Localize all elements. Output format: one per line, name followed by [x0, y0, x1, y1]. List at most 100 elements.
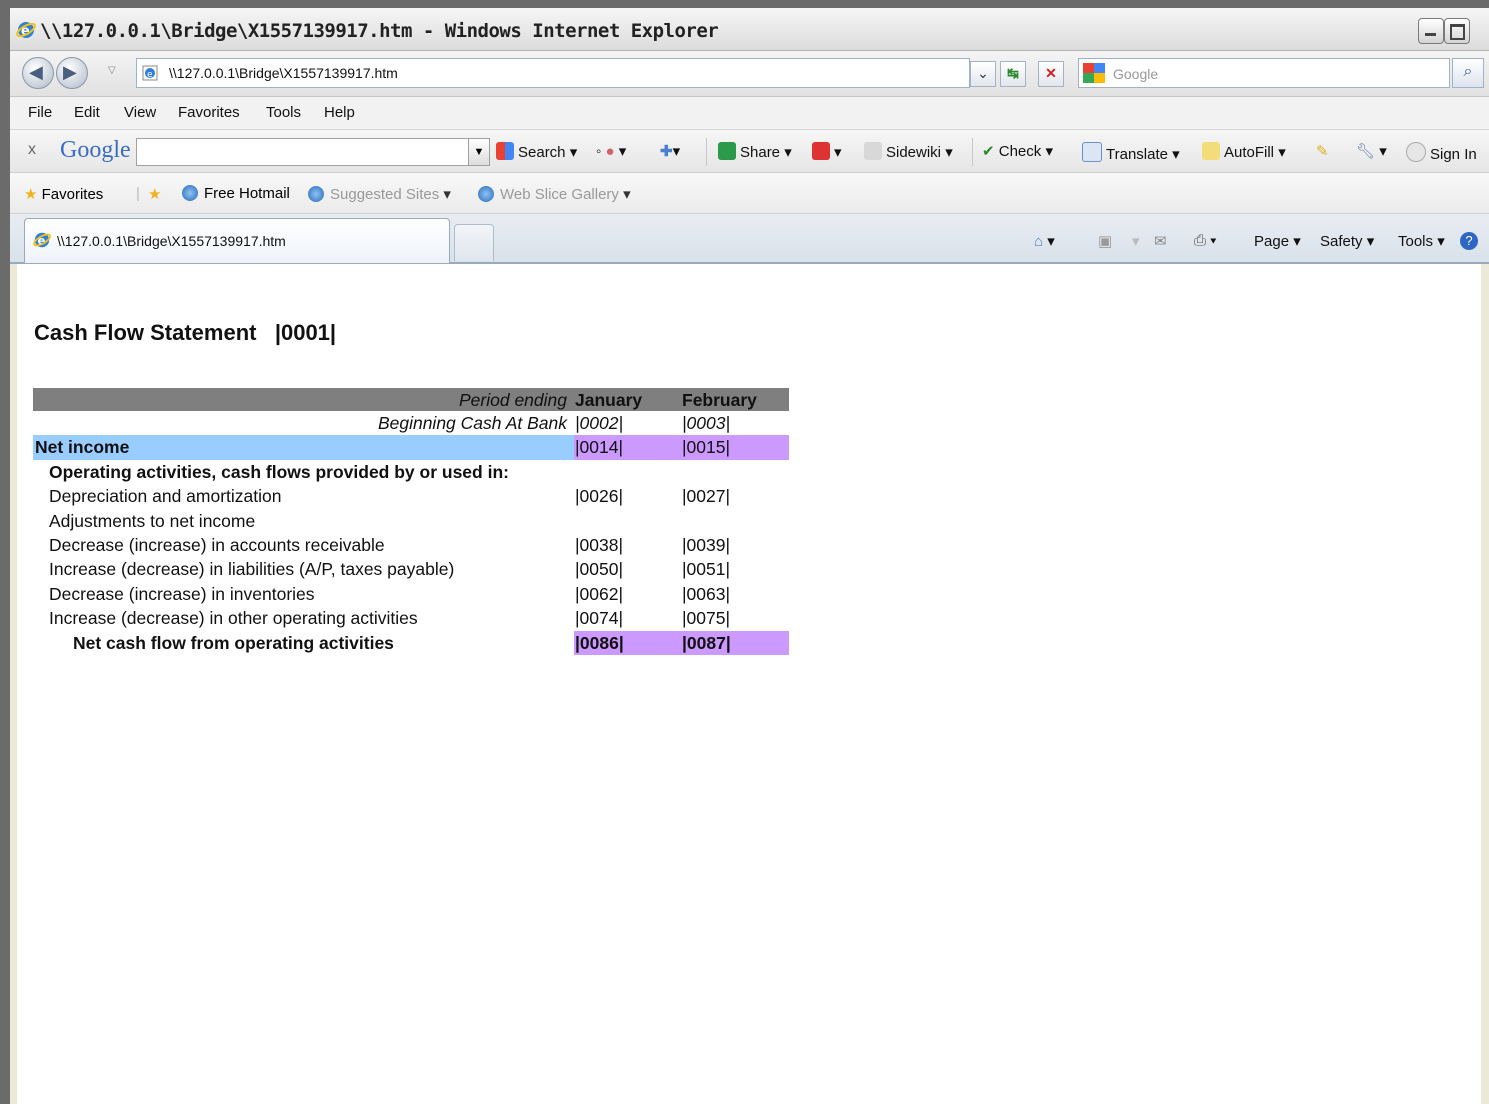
- printer-icon: ⎙: [1194, 232, 1207, 249]
- highlighter-button[interactable]: ✎: [1316, 142, 1329, 160]
- minimize-button[interactable]: [1418, 18, 1444, 44]
- print-button[interactable]: ⎙ ▾: [1194, 232, 1216, 249]
- feeds-button[interactable]: ▣: [1098, 232, 1112, 250]
- add-favorite-icon: ★: [148, 186, 162, 203]
- spellcheck-button[interactable]: ✔ Check ▾: [982, 142, 1053, 160]
- translate-label: Translate: [1106, 146, 1168, 163]
- translate-button[interactable]: Translate ▾: [1082, 142, 1180, 163]
- new-tab-button[interactable]: [454, 224, 494, 261]
- suggested-sites-link[interactable]: Suggested Sites ▾: [308, 185, 451, 203]
- search-button[interactable]: ⌕: [1452, 58, 1484, 88]
- bookmark-star-button[interactable]: ◦ ● ▾: [596, 142, 626, 160]
- ie-icon: e: [33, 232, 51, 248]
- page-menu-label: Page: [1254, 233, 1290, 250]
- back-button[interactable]: ◀: [22, 57, 54, 89]
- google-toolbar: x Google ▼ Search ▾ ◦ ● ▾ ✚▾ Share ▾ ▾ S…: [10, 130, 1489, 173]
- page-title: Cash Flow Statement |0001|: [34, 320, 337, 345]
- web-slice-gallery-link[interactable]: Web Slice Gallery ▾: [478, 185, 631, 203]
- row-jan: |0038|: [575, 534, 624, 555]
- menu-view[interactable]: View: [124, 104, 156, 121]
- address-dropdown-button[interactable]: ⌄: [970, 61, 996, 87]
- share-button[interactable]: Share ▾: [718, 142, 792, 161]
- tools-menu[interactable]: Tools ▾: [1398, 232, 1445, 250]
- search-field[interactable]: Google: [1078, 58, 1450, 88]
- beginning-cash-feb: |0003|: [682, 413, 731, 433]
- sidewiki-button[interactable]: Sidewiki ▾: [864, 142, 953, 161]
- refresh-button[interactable]: ↹: [1000, 61, 1026, 87]
- autofill-label: AutoFill: [1224, 144, 1275, 161]
- tools-menu-label: Tools: [1398, 233, 1434, 250]
- stop-button[interactable]: ✕: [1038, 61, 1064, 87]
- popup-blocker-button[interactable]: ▾: [812, 142, 842, 161]
- popup-blocker-icon: [812, 142, 830, 160]
- plus-button[interactable]: ✚▾: [660, 142, 680, 160]
- net-cash-operating-row: Net cash flow from operating activities …: [33, 630, 789, 655]
- google-logo: Google: [60, 137, 131, 163]
- menu-file[interactable]: File: [28, 104, 52, 121]
- chat-icon: ●: [605, 143, 615, 160]
- sign-in-label: Sign In: [1430, 146, 1477, 163]
- maximize-icon: [1450, 24, 1465, 40]
- row-label: Increase (decrease) in liabilities (A/P,…: [49, 559, 455, 580]
- close-toolbar-button[interactable]: x: [28, 141, 36, 159]
- magnifier-icon: ⌕: [1463, 63, 1473, 80]
- sign-in-icon: [1406, 142, 1426, 162]
- tab-current[interactable]: e \\127.0.0.1\Bridge\X1557139917.htm: [24, 218, 450, 263]
- plus-icon: ✚: [660, 143, 673, 160]
- page-menu[interactable]: Page ▾: [1254, 232, 1301, 250]
- google-search-label: Search: [518, 144, 566, 161]
- star-icon: ★: [24, 186, 38, 203]
- google-search-input[interactable]: [136, 138, 470, 166]
- sign-in-button[interactable]: Sign In: [1406, 142, 1477, 163]
- back-arrow-icon: ◀: [29, 62, 43, 82]
- row-feb: |0027|: [682, 486, 731, 507]
- menu-favorites[interactable]: Favorites: [178, 104, 240, 121]
- title-bar: e \\127.0.0.1\Bridge\X1557139917.htm - W…: [10, 8, 1489, 51]
- add-favorite-button[interactable]: ★: [148, 185, 161, 203]
- spellcheck-icon: ✔: [982, 143, 995, 160]
- autofill-icon: [1202, 142, 1220, 160]
- net-cash-operating-jan: |0086|: [575, 632, 624, 653]
- maximize-button[interactable]: [1444, 18, 1470, 44]
- translate-icon: [1082, 142, 1102, 162]
- autofill-button[interactable]: AutoFill ▾: [1202, 142, 1286, 161]
- net-cash-operating-label: Net cash flow from operating activities: [73, 632, 394, 653]
- address-field[interactable]: e \\127.0.0.1\Bridge\X1557139917.htm: [136, 58, 970, 88]
- ie-icon: e: [16, 22, 36, 39]
- favorites-bar: ★ Favorites | ★ Free Hotmail Suggested S…: [10, 173, 1489, 214]
- table-row: Decrease (increase) in inventories |0062…: [33, 582, 789, 606]
- row-jan: |0026|: [575, 486, 624, 507]
- page-icon: e: [142, 65, 158, 86]
- free-hotmail-link[interactable]: Free Hotmail: [182, 185, 290, 202]
- highlighter-icon: ✎: [1316, 143, 1329, 160]
- help-button[interactable]: ?: [1460, 232, 1478, 250]
- tab-row: e \\127.0.0.1\Bridge\X1557139917.htm ⌂ ▾…: [10, 214, 1489, 264]
- wrench-icon: 🔧︎: [1356, 143, 1376, 160]
- address-bar-row: ◀ ▶ ▽ e \\127.0.0.1\Bridge\X1557139917.h…: [10, 51, 1489, 97]
- tab-label: \\127.0.0.1\Bridge\X1557139917.htm: [57, 233, 286, 249]
- settings-button[interactable]: 🔧︎ ▾: [1356, 142, 1387, 160]
- forward-button[interactable]: ▶: [56, 57, 88, 89]
- beginning-cash-label: Beginning Cash At Bank: [377, 413, 567, 433]
- row-jan: |0074|: [575, 608, 624, 629]
- safety-menu[interactable]: Safety ▾: [1320, 232, 1374, 250]
- menu-edit[interactable]: Edit: [74, 104, 100, 121]
- home-button[interactable]: ⌂ ▾: [1034, 232, 1055, 250]
- recent-pages-dropdown[interactable]: ▽: [108, 65, 116, 76]
- row-label: Depreciation and amortization: [49, 486, 282, 507]
- favorites-button[interactable]: ★ Favorites: [24, 185, 103, 203]
- table-row: Increase (decrease) in liabilities (A/P,…: [33, 557, 789, 581]
- menu-tools[interactable]: Tools: [266, 104, 301, 121]
- share-label: Share: [740, 144, 781, 161]
- row-label: Increase (decrease) in other operating a…: [49, 608, 418, 629]
- suggested-sites-label: Suggested Sites: [330, 186, 440, 203]
- google-search-button[interactable]: Search ▾: [496, 142, 577, 161]
- table-row: Increase (decrease) in other operating a…: [33, 606, 789, 630]
- minimize-icon: [1425, 33, 1436, 36]
- favorites-label: Favorites: [41, 186, 104, 203]
- read-mail-button[interactable]: ✉: [1154, 232, 1167, 250]
- net-income-feb: |0015|: [682, 437, 731, 458]
- beginning-cash-row: Beginning Cash At Bank |0002| |0003|: [33, 411, 789, 435]
- menu-help[interactable]: Help: [324, 104, 355, 121]
- google-search-dropdown[interactable]: ▼: [468, 138, 490, 166]
